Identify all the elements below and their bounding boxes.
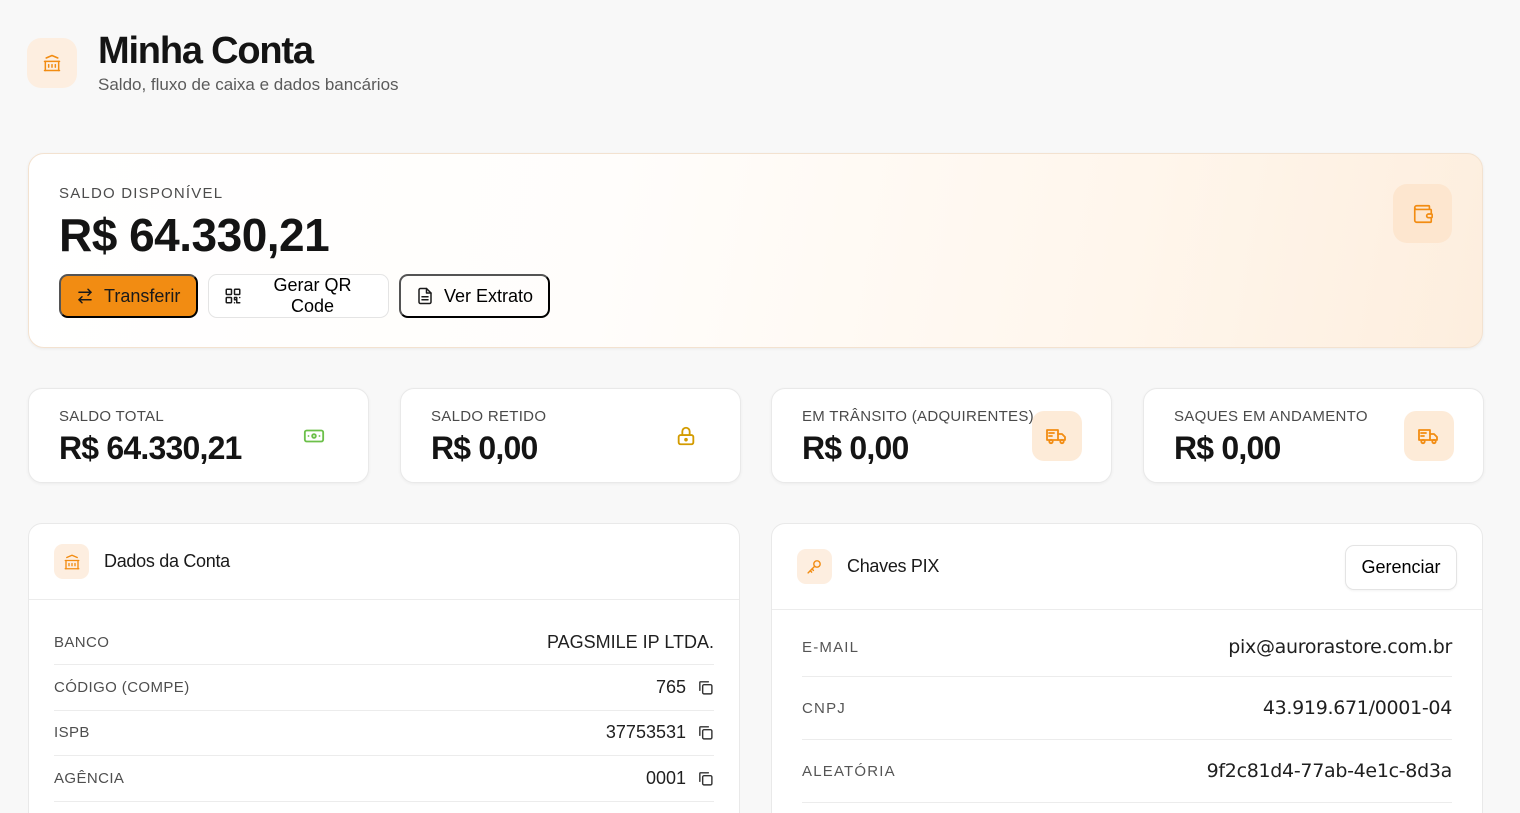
stat-card-withdrawals-pending: SAQUES EM ANDAMENTO R$ 0,00 <box>1143 388 1484 483</box>
qr-code-icon <box>224 287 242 305</box>
stat-label: SAQUES EM ANDAMENTO <box>1174 408 1368 425</box>
stat-card-retained-balance: SALDO RETIDO R$ 0,00 <box>400 388 741 483</box>
transfer-button[interactable]: Transferir <box>59 274 198 318</box>
available-balance-value: R$ 64.330,21 <box>59 209 330 261</box>
wallet-icon <box>1393 184 1452 243</box>
key-icon <box>797 549 832 584</box>
swap-arrows-icon <box>76 287 94 305</box>
stat-value: R$ 0,00 <box>802 430 909 466</box>
banknote-icon <box>289 411 339 461</box>
account-row-ispb: ISPB 37753531 <box>54 711 714 756</box>
page-header: Minha Conta Saldo, fluxo de caixa e dado… <box>27 31 399 95</box>
stat-value: R$ 64.330,21 <box>59 430 242 466</box>
stat-card-in-transit: EM TRÂNSITO (ADQUIRENTES) R$ 0,00 <box>771 388 1112 483</box>
row-label: ALEATÓRIA <box>802 762 896 780</box>
copy-icon[interactable] <box>697 724 714 741</box>
row-label: E-MAIL <box>802 638 860 656</box>
bank-icon <box>54 544 89 579</box>
account-row-bank: BANCO PAGSMILE IP LTDA. <box>54 600 714 665</box>
row-label: ISPB <box>54 724 90 742</box>
account-row-compe: CÓDIGO (COMPE) 765 <box>54 665 714 711</box>
stat-label: SALDO RETIDO <box>431 408 547 425</box>
pix-row-random: ALEATÓRIA 9f2c81d4-77ab-4e1c-8d3a <box>802 740 1452 803</box>
row-value: 9f2c81d4-77ab-4e1c-8d3a <box>1206 760 1453 782</box>
copy-icon[interactable] <box>697 770 714 787</box>
manage-pix-keys-button[interactable]: Gerenciar <box>1345 545 1457 590</box>
available-balance-card: SALDO DISPONÍVEL R$ 64.330,21 Transferir <box>28 153 1483 348</box>
available-balance-label: SALDO DISPONÍVEL <box>59 185 224 202</box>
row-label: CÓDIGO (COMPE) <box>54 678 190 696</box>
stat-value: R$ 0,00 <box>431 430 538 466</box>
row-label: CNPJ <box>802 699 846 717</box>
bank-icon <box>27 38 77 88</box>
stat-label: EM TRÂNSITO (ADQUIRENTES) <box>802 408 1034 425</box>
generate-qr-code-button[interactable]: Gerar QR Code <box>208 274 389 318</box>
pix-keys-panel: Chaves PIX Gerenciar E-MAIL pix@aurorast… <box>771 523 1483 813</box>
stat-value: R$ 0,00 <box>1174 430 1281 466</box>
copy-icon[interactable] <box>697 679 714 696</box>
row-value: 0001 <box>645 767 686 788</box>
panel-header: Chaves PIX Gerenciar <box>772 524 1482 610</box>
account-details-panel: Dados da Conta BANCO PAGSMILE IP LTDA. C… <box>28 523 740 813</box>
view-statement-button[interactable]: Ver Extrato <box>399 274 551 318</box>
generate-qr-code-label: Gerar QR Code <box>273 275 352 316</box>
row-label: AGÊNCIA <box>54 769 125 787</box>
lock-icon <box>661 411 711 461</box>
row-value: pix@aurorastore.com.br <box>1228 636 1452 658</box>
truck-icon <box>1404 411 1454 461</box>
page-title: Minha Conta <box>98 30 314 72</box>
row-label: BANCO <box>54 633 110 651</box>
panel-title: Dados da Conta <box>104 551 230 571</box>
pix-row-cnpj: CNPJ 43.919.671/0001-04 <box>802 677 1452 740</box>
document-icon <box>416 287 434 305</box>
truck-icon <box>1032 411 1082 461</box>
stat-label: SALDO TOTAL <box>59 408 165 425</box>
row-value: 765 <box>655 676 686 697</box>
pix-row-email: E-MAIL pix@aurorastore.com.br <box>802 610 1452 677</box>
page-subtitle: Saldo, fluxo de caixa e dados bancários <box>98 75 399 94</box>
row-value: 43.919.671/0001-04 <box>1262 697 1452 719</box>
panel-header: Dados da Conta <box>29 524 739 600</box>
transfer-button-label: Transferir <box>104 285 181 306</box>
stat-card-total-balance: SALDO TOTAL R$ 64.330,21 <box>28 388 369 483</box>
view-statement-label: Ver Extrato <box>444 285 534 306</box>
row-value: 37753531 <box>605 722 686 743</box>
panel-title: Chaves PIX <box>847 556 940 576</box>
account-row-agency: AGÊNCIA 0001 <box>54 756 714 802</box>
row-value: PAGSMILE IP LTDA. <box>546 631 714 652</box>
